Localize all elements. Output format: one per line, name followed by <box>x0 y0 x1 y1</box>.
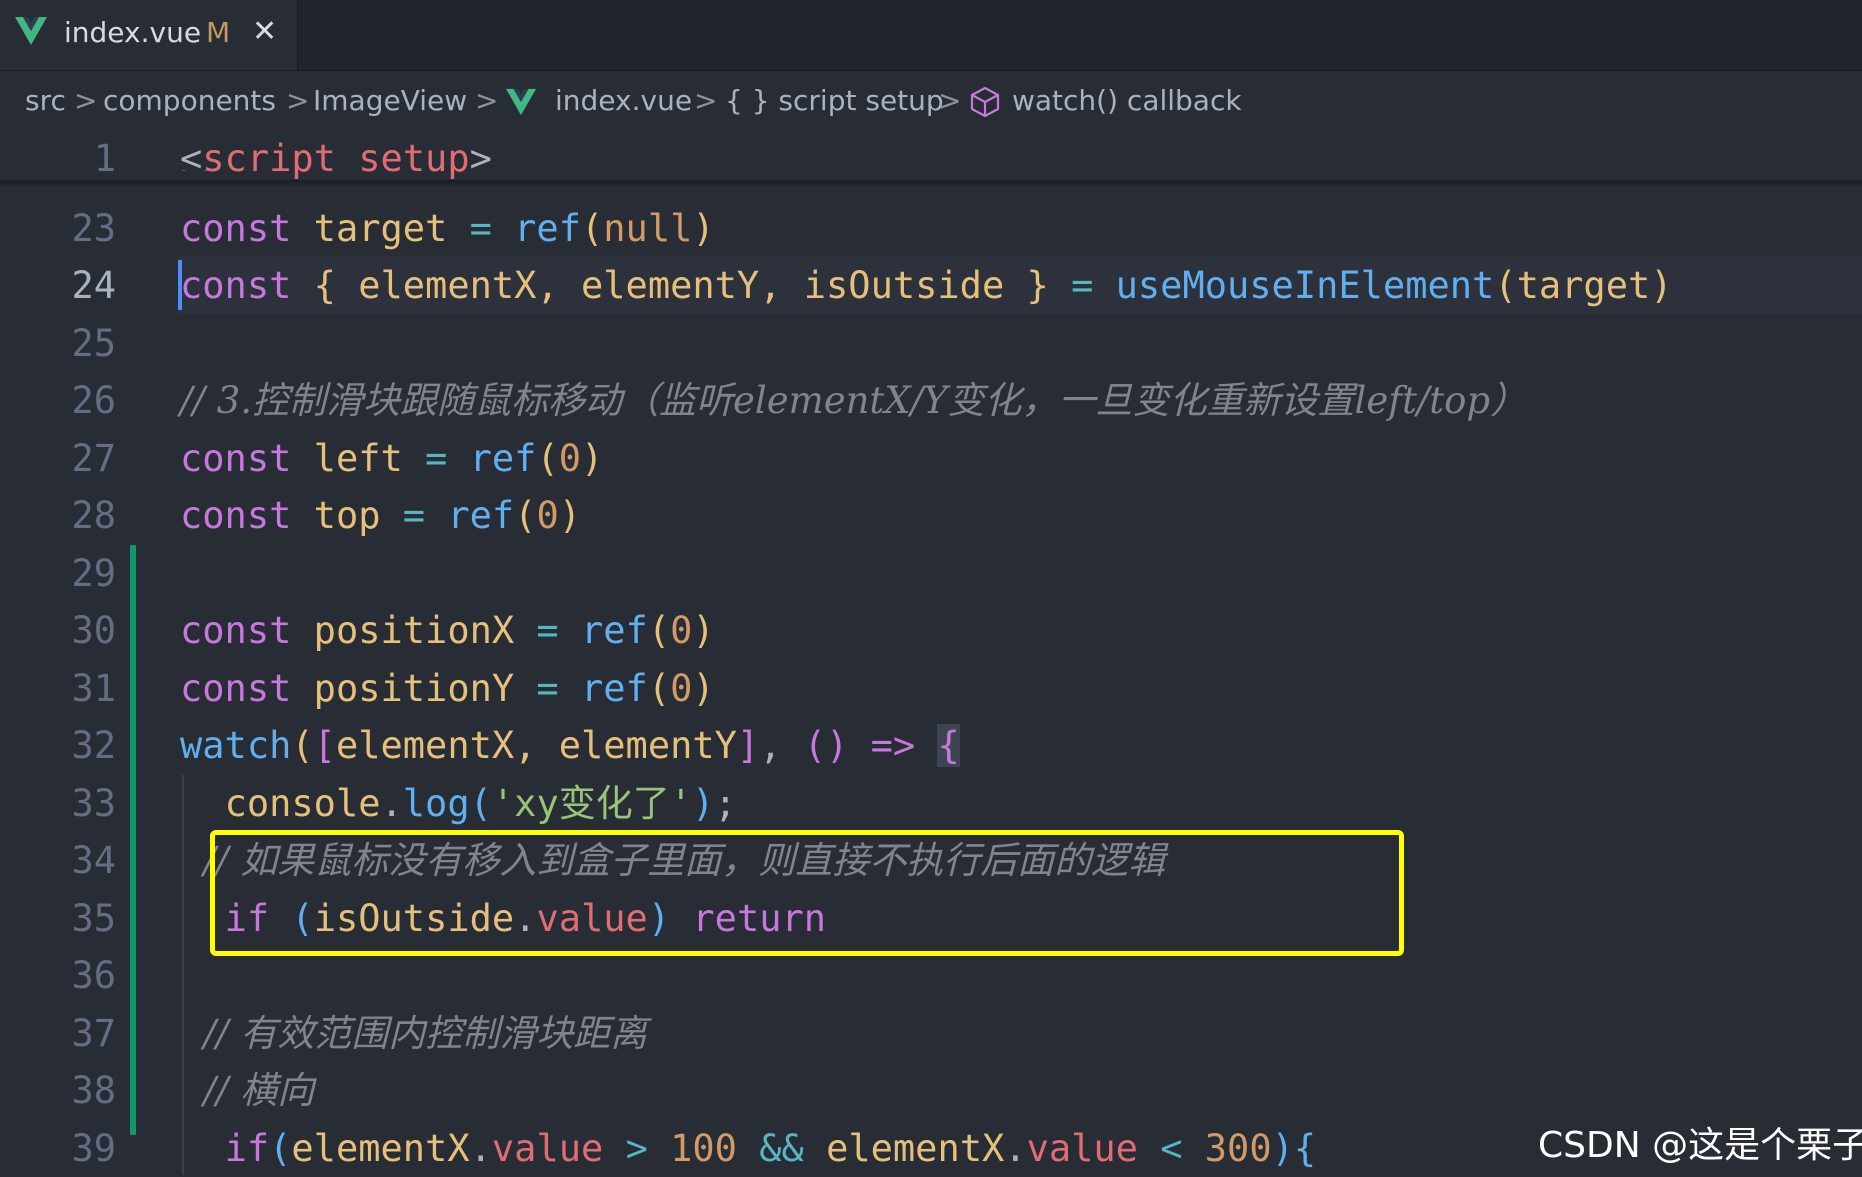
chevron-right-icon: > <box>74 84 98 117</box>
code-line-32: watch([elementX, elementY], () => { <box>180 724 960 767</box>
vue-icon <box>15 17 47 45</box>
code-line-37: // 有效范围内控制滑块距离 <box>180 1012 648 1055</box>
code-line-26: // 3.控制滑块跟随鼠标移动（监听elementX/Y变化，一旦变化重新设置l… <box>180 379 1528 422</box>
tab-index-vue[interactable]: index.vue M ✕ <box>0 0 298 70</box>
line-number: 29 <box>71 552 116 595</box>
chevron-right-icon: > <box>694 84 718 117</box>
line-number: 34 <box>71 839 116 882</box>
chevron-right-icon: > <box>475 84 499 117</box>
git-added-bar <box>130 835 136 1135</box>
breadcrumb-item-script-setup[interactable]: { } script setup <box>725 84 944 117</box>
code-line-30: const positionX = ref(0) <box>180 609 715 652</box>
modified-indicator: M <box>206 16 231 49</box>
line-number: 25 <box>71 322 116 365</box>
tab-bar: index.vue M ✕ <box>0 0 1862 71</box>
chevron-right-icon: > <box>286 84 310 117</box>
breadcrumb-item-imageview[interactable]: ImageView <box>313 84 467 117</box>
code-line-33: console.log('xy变化了'); <box>224 782 737 825</box>
git-added-bar <box>130 545 136 845</box>
breadcrumb-item-watch-callback[interactable]: watch() callback <box>1012 84 1242 117</box>
line-number: 1 <box>93 137 116 180</box>
close-icon[interactable]: ✕ <box>252 14 277 49</box>
line-number: 33 <box>71 782 116 825</box>
code-line-38: // 横向 <box>180 1069 315 1112</box>
breadcrumb-item-file[interactable]: index.vue <box>555 84 692 117</box>
code-line-24: const { elementX, elementY, isOutside } … <box>180 264 1673 307</box>
breadcrumb-item-src[interactable]: src <box>25 84 66 117</box>
line-number: 39 <box>71 1127 116 1170</box>
line-number: 31 <box>71 667 116 710</box>
line-number: 28 <box>71 494 116 537</box>
line-number: 30 <box>71 609 116 652</box>
tab-filename: index.vue <box>64 16 202 49</box>
chevron-right-icon: > <box>938 84 962 117</box>
breadcrumb-item-components[interactable]: components <box>103 84 276 117</box>
code-line-28: const top = ref(0) <box>180 494 581 537</box>
code-line-1: <script setup> <box>180 137 492 180</box>
line-number: 32 <box>71 724 116 767</box>
line-number: 37 <box>71 1012 116 1055</box>
line-number: 38 <box>71 1069 116 1112</box>
code-line-23: const target = ref(null) <box>180 207 715 250</box>
annotation-highlight-box <box>210 830 1404 956</box>
code-editor[interactable]: // 1 23 24 25 26 27 28 29 30 31 32 33 34… <box>0 130 1862 1175</box>
vue-icon <box>505 88 537 116</box>
line-number: 35 <box>71 897 116 940</box>
code-line-39: if(elementX.value > 100 && elementX.valu… <box>224 1127 1317 1170</box>
watermark: CSDN @这是个栗子 <box>1538 1125 1862 1166</box>
line-number: 24 <box>71 264 116 307</box>
line-number: 23 <box>71 207 116 250</box>
line-number: 27 <box>71 437 116 480</box>
code-line-27: const left = ref(0) <box>180 437 604 480</box>
line-number: 36 <box>71 954 116 997</box>
cube-icon <box>970 86 1000 118</box>
line-number: 26 <box>71 379 116 422</box>
breadcrumb: src > components > ImageView > index.vue… <box>0 72 1862 130</box>
code-line-31: const positionY = ref(0) <box>180 667 715 710</box>
